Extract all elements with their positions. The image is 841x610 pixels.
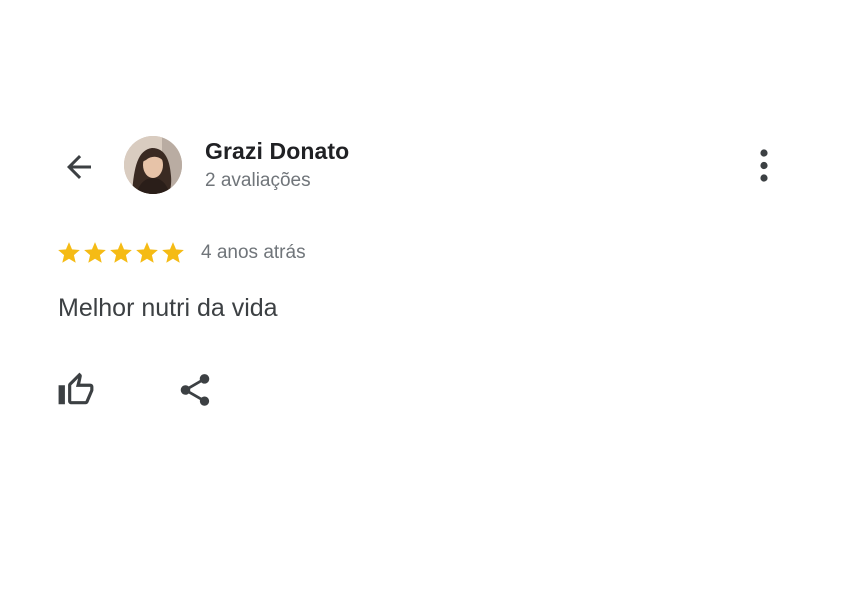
more-options-button[interactable] <box>748 146 780 186</box>
share-button[interactable] <box>175 370 215 410</box>
star-icon <box>58 242 80 263</box>
star-rating <box>56 240 186 266</box>
review-text: Melhor nutri da vida <box>58 294 278 322</box>
reviewer-name[interactable]: Grazi Donato <box>205 138 349 165</box>
profile-photo <box>124 136 182 194</box>
star-icon <box>110 242 132 263</box>
arrow-back-icon <box>67 155 91 179</box>
star-icon <box>162 242 184 263</box>
thumb-up-icon <box>58 372 94 405</box>
avatar[interactable] <box>124 136 182 194</box>
share-icon <box>180 374 210 406</box>
back-button[interactable] <box>58 146 100 188</box>
more-vert-icon <box>760 149 768 182</box>
star-icon <box>84 242 106 263</box>
reviewer-reviews-count: 2 avaliações <box>205 170 311 191</box>
rating-row: 4 anos atrás <box>56 238 306 268</box>
like-button[interactable] <box>56 370 96 410</box>
star-icon <box>136 242 158 263</box>
review-time: 4 anos atrás <box>201 242 306 263</box>
